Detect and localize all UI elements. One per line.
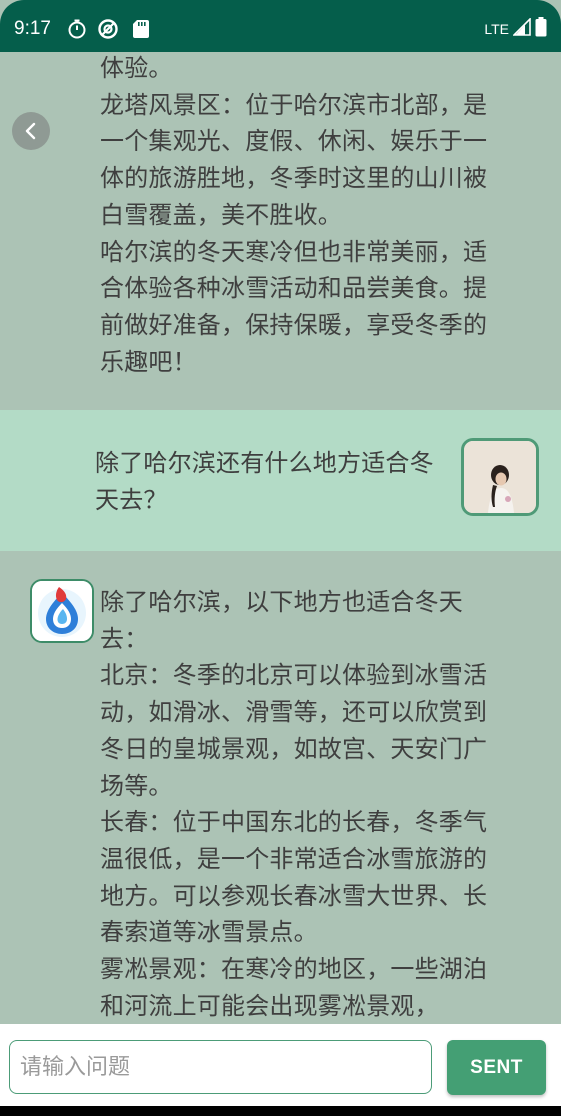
chevron-left-icon bbox=[25, 122, 36, 140]
network-type: LTE bbox=[484, 21, 509, 37]
back-button[interactable] bbox=[12, 112, 50, 150]
assistant-message: 体验。 龙塔风景区：位于哈尔滨市北部，是一个集观光、度假、休闲、娱乐于一体的旅游… bbox=[0, 52, 561, 410]
status-right-group: LTE bbox=[484, 17, 547, 41]
battery-icon bbox=[535, 17, 547, 41]
send-button[interactable]: SENT bbox=[447, 1040, 546, 1095]
vpn-icon bbox=[97, 18, 119, 40]
navigation-bar bbox=[0, 1106, 561, 1116]
input-bar: SENT bbox=[0, 1024, 561, 1106]
assistant-message: 除了哈尔滨，以下地方也适合冬天去： 北京：冬季的北京可以体验到冰雪活动，如滑冰、… bbox=[0, 551, 561, 1024]
message-text: 除了哈尔滨还有什么地方适合冬天去？ bbox=[95, 449, 434, 514]
chat-screen: 9:17 LTE 体验。 龙塔风景区：位于哈尔滨市北部，是一个集观光、度假、休闲… bbox=[0, 0, 561, 1116]
sd-card-icon bbox=[130, 18, 152, 40]
timer-icon bbox=[66, 18, 88, 40]
assistant-logo-avatar bbox=[30, 579, 94, 643]
user-avatar bbox=[461, 438, 539, 516]
chat-list[interactable]: 体验。 龙塔风景区：位于哈尔滨市北部，是一个集观光、度假、休闲、娱乐于一体的旅游… bbox=[0, 52, 561, 1024]
signal-icon bbox=[512, 17, 531, 40]
message-text: 除了哈尔滨，以下地方也适合冬天去： 北京：冬季的北京可以体验到冰雪活动，如滑冰、… bbox=[100, 588, 488, 1020]
status-bar: 9:17 LTE bbox=[0, 0, 561, 52]
message-text: 体验。 龙塔风景区：位于哈尔滨市北部，是一个集观光、度假、休闲、娱乐于一体的旅游… bbox=[100, 54, 488, 376]
question-input[interactable] bbox=[9, 1040, 432, 1094]
user-message: 除了哈尔滨还有什么地方适合冬天去？ bbox=[0, 410, 561, 551]
status-time: 9:17 bbox=[14, 18, 51, 39]
